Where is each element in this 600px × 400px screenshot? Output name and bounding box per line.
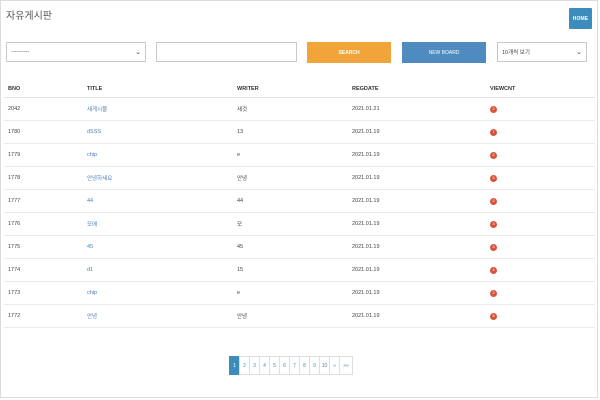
table-row: 1777 44 44 2021.01.19 2: [4, 189, 595, 213]
row-title-link[interactable]: 안녕하세요: [83, 166, 233, 190]
home-button[interactable]: HOME: [569, 8, 592, 29]
row-bno: 1773: [4, 281, 83, 305]
row-viewcnt: 3: [486, 166, 595, 190]
row-title-link[interactable]: chip: [83, 281, 233, 305]
viewcount-badge: 4: [490, 266, 497, 274]
row-viewcnt: 3: [486, 212, 595, 236]
row-bno: 1779: [4, 143, 83, 167]
row-writer: e: [233, 281, 348, 305]
row-writer: 모: [233, 212, 348, 236]
row-bno: 1772: [4, 304, 83, 328]
row-writer: 안녕: [233, 166, 348, 190]
row-title-link[interactable]: 새게시물: [83, 97, 233, 121]
row-bno: 1775: [4, 235, 83, 259]
chevron-down-icon: ⌄: [576, 49, 582, 56]
viewcount-badge: 7: [490, 128, 497, 136]
row-regdate: 2021.01.19: [348, 258, 486, 282]
page-size-value: 10개씩 보기: [502, 50, 530, 56]
row-title-link[interactable]: dSSS: [83, 120, 233, 144]
row-bno: 1778: [4, 166, 83, 190]
board-table: BNO TITLE WRITER REGDATE VIEWCNT 2042 새게시…: [4, 80, 595, 328]
row-writer: 안녕: [233, 304, 348, 328]
search-keyword-input[interactable]: [156, 42, 297, 62]
row-regdate: 2021.01.21: [348, 97, 486, 121]
row-writer: 15: [233, 258, 348, 282]
search-type-value: ----------: [11, 49, 30, 55]
viewcount-badge: 2: [490, 289, 497, 297]
row-title-link[interactable]: 44: [83, 189, 233, 213]
table-body: 2042 새게시물 새것 2021.01.21 2 1780 dSSS 13 2021.01.1…: [4, 97, 595, 328]
chevron-down-icon: ⌄: [135, 49, 141, 56]
row-title-link[interactable]: d1: [83, 258, 233, 282]
row-regdate: 2021.01.19: [348, 235, 486, 259]
table-header-row: BNO TITLE WRITER REGDATE VIEWCNT: [4, 80, 595, 98]
row-viewcnt: 7: [486, 120, 595, 144]
row-bno: 1780: [4, 120, 83, 144]
pagination: 1 2 3 4 5 6 7 8 9 10»»»: [229, 356, 353, 375]
viewcount-badge: 2: [490, 105, 497, 113]
row-regdate: 2021.01.19: [348, 212, 486, 236]
header-bno: BNO: [4, 80, 83, 98]
table-row: 1779 chip e 2021.01.19 2: [4, 143, 595, 167]
table-row: 1773 chip e 2021.01.19 2: [4, 281, 595, 305]
row-title-link[interactable]: 모에: [83, 212, 233, 236]
row-writer: 44: [233, 189, 348, 213]
header-viewcnt: VIEWCNT: [486, 80, 595, 98]
search-type-select[interactable]: ---------- ⌄: [6, 42, 146, 62]
row-viewcnt: 2: [486, 281, 595, 305]
row-regdate: 2021.01.19: [348, 166, 486, 190]
row-viewcnt: 5: [486, 304, 595, 328]
header-regdate: REGDATE: [348, 80, 486, 98]
header-title: TITLE: [83, 80, 233, 98]
last-page-button[interactable]: »»: [339, 356, 353, 375]
row-bno: 1774: [4, 258, 83, 282]
table-row: 2042 새게시물 새것 2021.01.21 2: [4, 97, 595, 121]
search-button[interactable]: SEARCH: [307, 42, 391, 63]
new-board-button[interactable]: NEW BOARD: [402, 42, 486, 63]
row-regdate: 2021.01.19: [348, 281, 486, 305]
row-bno: 1777: [4, 189, 83, 213]
viewcount-badge: 2: [490, 197, 497, 205]
row-regdate: 2021.01.19: [348, 304, 486, 328]
row-regdate: 2021.01.19: [348, 143, 486, 167]
row-title-link[interactable]: chip: [83, 143, 233, 167]
table-row: 1772 안녕 안녕 2021.01.19 5: [4, 304, 595, 328]
viewcount-badge: 3: [490, 243, 497, 251]
row-writer: 45: [233, 235, 348, 259]
viewcount-badge: 2: [490, 151, 497, 159]
row-viewcnt: 2: [486, 97, 595, 121]
row-title-link[interactable]: 45: [83, 235, 233, 259]
table-row: 1774 d1 15 2021.01.19 4: [4, 258, 595, 282]
table-row: 1775 45 45 2021.01.19 3: [4, 235, 595, 259]
row-viewcnt: 2: [486, 189, 595, 213]
row-writer: 13: [233, 120, 348, 144]
row-regdate: 2021.01.19: [348, 189, 486, 213]
board-panel: 자유게시판 HOME ---------- ⌄ SEARCH NEW BOARD…: [0, 0, 598, 398]
row-title-link[interactable]: 안녕: [83, 304, 233, 328]
viewcount-badge: 5: [490, 312, 497, 320]
row-viewcnt: 2: [486, 143, 595, 167]
table-row: 1776 모에 모 2021.01.19 3: [4, 212, 595, 236]
table-row: 1780 dSSS 13 2021.01.19 7: [4, 120, 595, 144]
row-viewcnt: 4: [486, 258, 595, 282]
row-viewcnt: 3: [486, 235, 595, 259]
viewcount-badge: 3: [490, 174, 497, 182]
row-regdate: 2021.01.19: [348, 120, 486, 144]
row-writer: e: [233, 143, 348, 167]
row-writer: 새것: [233, 97, 348, 121]
table-row: 1778 안녕하세요 안녕 2021.01.19 3: [4, 166, 595, 190]
page-size-select[interactable]: 10개씩 보기 ⌄: [497, 42, 587, 62]
viewcount-badge: 3: [490, 220, 497, 228]
header-writer: WRITER: [233, 80, 348, 98]
row-bno: 1776: [4, 212, 83, 236]
page-title: 자유게시판: [6, 11, 52, 22]
row-bno: 2042: [4, 97, 83, 121]
